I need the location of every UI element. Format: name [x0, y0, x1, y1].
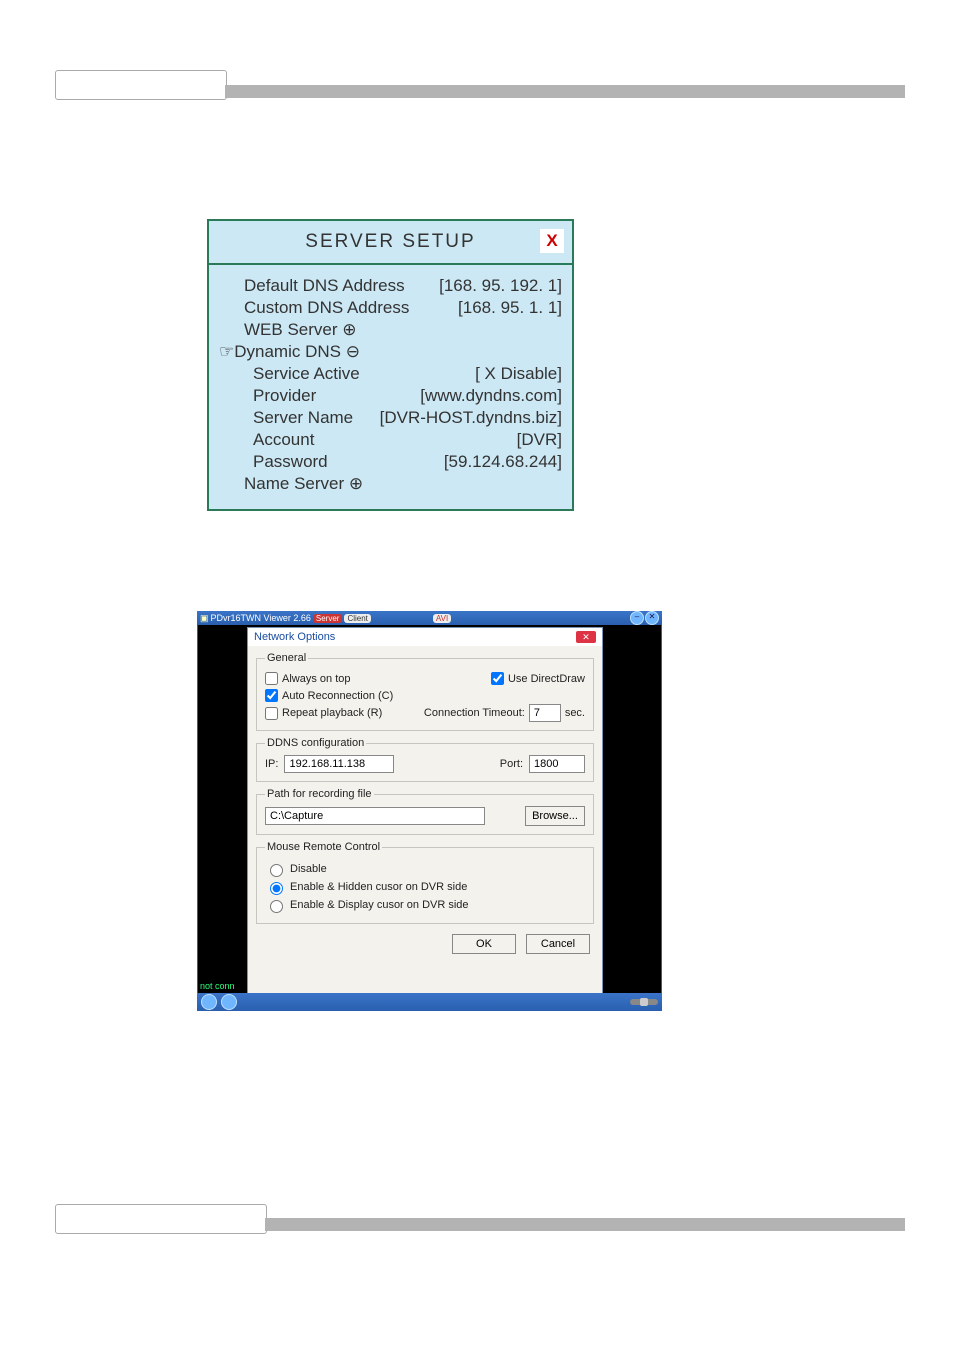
ddns-port-label: Port: [500, 758, 523, 770]
footer-empty-box [55, 1204, 267, 1234]
app-title: PDvr16TWN Viewer 2.66 [211, 613, 311, 623]
connection-timeout-unit: sec. [565, 707, 585, 719]
connection-timeout-input[interactable] [529, 704, 561, 722]
name-server-label[interactable]: Name Server ⊕ [219, 473, 363, 495]
dynamic-dns-label[interactable]: ☞Dynamic DNS ⊖ [219, 341, 360, 363]
password-value: [59.124.68.244] [444, 451, 562, 473]
statusbar-slider[interactable] [630, 999, 658, 1005]
close-icon[interactable]: X [540, 229, 564, 253]
recording-path-input[interactable] [265, 807, 485, 825]
use-directdraw-checkbox[interactable]: Use DirectDraw [491, 672, 585, 685]
dialog-title: Network Options [254, 631, 335, 643]
server-name-label: Server Name [219, 407, 353, 429]
app-titlebar: ▣ PDvr16TWN Viewer 2.66 Server Client AV… [197, 611, 662, 625]
mouse-disable-radio[interactable]: Disable [265, 861, 585, 877]
dialog-close-icon[interactable]: ✕ [576, 631, 596, 643]
service-active-value: [ X Disable] [475, 363, 562, 385]
ok-button[interactable]: OK [452, 934, 516, 954]
header-divider-bar [225, 85, 905, 98]
browse-button[interactable]: Browse... [525, 806, 585, 826]
statusbar-button-1[interactable] [201, 994, 217, 1010]
app-icon: ▣ [200, 613, 209, 624]
cancel-button[interactable]: Cancel [526, 934, 590, 954]
general-group: General Always on top Use DirectDraw Aut… [256, 652, 594, 731]
service-active-label: Service Active [219, 363, 360, 385]
status-not-connected: not conn [200, 981, 235, 991]
account-label: Account [219, 429, 314, 451]
header-empty-box [55, 70, 227, 100]
footer-divider-bar [265, 1218, 905, 1231]
web-server-label[interactable]: WEB Server ⊕ [219, 319, 356, 341]
provider-value: [www.dyndns.com] [420, 385, 562, 407]
password-label: Password [219, 451, 328, 473]
viewer-app-window: ▣ PDvr16TWN Viewer 2.66 Server Client AV… [197, 611, 662, 1011]
ddns-ip-label: IP: [265, 758, 278, 770]
server-setup-panel: SERVER SETUP X Default DNS Address [168.… [207, 219, 574, 511]
mouse-display-radio[interactable]: Enable & Display cusor on DVR side [265, 897, 585, 913]
mouse-group: Mouse Remote Control Disable Enable & Hi… [256, 841, 594, 924]
app-statusbar [197, 993, 662, 1011]
ddns-ip-input[interactable] [284, 755, 394, 773]
tab-avi[interactable]: AVI [433, 614, 451, 623]
auto-reconnection-checkbox[interactable]: Auto Reconnection (C) [265, 689, 585, 702]
path-legend: Path for recording file [265, 788, 374, 800]
ddns-group: DDNS configuration IP: Port: [256, 737, 594, 782]
mouse-hidden-radio[interactable]: Enable & Hidden cusor on DVR side [265, 879, 585, 895]
default-dns-value: [168. 95. 192. 1] [439, 275, 562, 297]
mouse-legend: Mouse Remote Control [265, 841, 382, 853]
connection-timeout-label: Connection Timeout: [424, 707, 525, 719]
ddns-legend: DDNS configuration [265, 737, 366, 749]
provider-label: Provider [219, 385, 316, 407]
minimize-icon[interactable]: – [630, 611, 644, 625]
ddns-port-input[interactable] [529, 755, 585, 773]
default-dns-label: Default DNS Address [219, 275, 405, 297]
tab-server[interactable]: Server [313, 614, 343, 623]
custom-dns-label: Custom DNS Address [219, 297, 409, 319]
custom-dns-value: [168. 95. 1. 1] [458, 297, 562, 319]
tab-client[interactable]: Client [344, 614, 370, 623]
always-on-top-checkbox[interactable]: Always on top [265, 672, 350, 685]
close-window-icon[interactable]: ✕ [645, 611, 659, 625]
server-name-value: [DVR-HOST.dyndns.biz] [380, 407, 562, 429]
path-group: Path for recording file Browse... [256, 788, 594, 835]
network-options-dialog: Network Options ✕ General Always on top … [247, 627, 603, 999]
server-setup-title: SERVER SETUP [305, 231, 475, 253]
repeat-playback-checkbox[interactable]: Repeat playback (R) [265, 707, 382, 720]
general-legend: General [265, 652, 308, 664]
statusbar-button-2[interactable] [221, 994, 237, 1010]
account-value: [DVR] [517, 429, 562, 451]
